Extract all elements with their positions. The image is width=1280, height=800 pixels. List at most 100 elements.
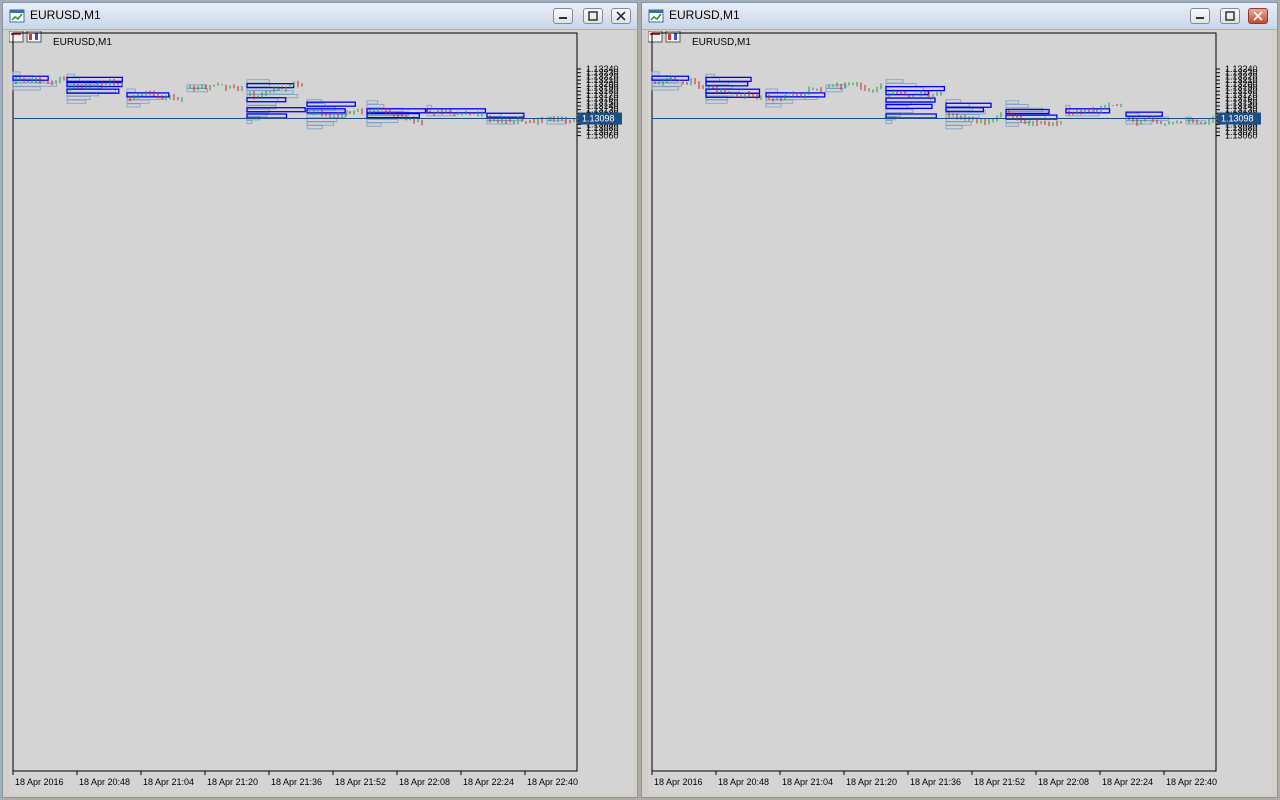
x-tick-label: 18 Apr 2016 xyxy=(15,777,64,787)
price-chart: 1.132401.132301.132201.132101.132001.131… xyxy=(12,32,622,787)
window-title: EURUSD,M1 xyxy=(669,8,740,22)
x-tick-label: 18 Apr 21:20 xyxy=(846,777,897,787)
profile-bar xyxy=(945,99,962,104)
plot-frame xyxy=(12,32,578,772)
close-button[interactable] xyxy=(1248,8,1268,24)
x-tick-label: 18 Apr 22:24 xyxy=(1102,777,1153,787)
poc-line xyxy=(765,92,826,98)
profile-bar xyxy=(426,104,433,109)
volume-profile xyxy=(12,71,65,91)
profile-bar xyxy=(186,88,208,93)
volume-profile xyxy=(366,100,427,127)
poc-line xyxy=(885,85,946,92)
volume-profile xyxy=(1125,111,1182,126)
profile-bar xyxy=(12,71,21,76)
maximize-button[interactable] xyxy=(583,8,603,24)
poc-line xyxy=(366,108,427,114)
profile-bar xyxy=(1125,120,1153,125)
maximize-icon xyxy=(1225,11,1235,21)
profile-bar xyxy=(126,88,136,93)
x-tick-label: 18 Apr 21:36 xyxy=(271,777,322,787)
chart-window-right[interactable]: EURUSD,M1 EURUSD,M1 1.13240 1.13230 1.1322… xyxy=(641,2,1278,798)
profile-bar xyxy=(1065,104,1071,109)
x-tick-label: 18 Apr 21:04 xyxy=(143,777,194,787)
volume-profile xyxy=(1185,116,1214,125)
volume-profile xyxy=(885,79,946,125)
profile-bar xyxy=(885,79,904,84)
profile-bar xyxy=(12,82,57,87)
profile-bar xyxy=(945,125,963,130)
profile-bar xyxy=(885,108,914,113)
profile-bar xyxy=(885,86,925,91)
close-icon xyxy=(616,11,626,21)
poc-line xyxy=(426,108,487,114)
x-tick-label: 18 Apr 22:40 xyxy=(1166,777,1217,787)
chart-window-icon xyxy=(648,9,664,23)
profile-bar xyxy=(1005,100,1019,105)
chart-window-icon xyxy=(9,9,25,23)
volume-profile xyxy=(486,112,543,125)
x-tick-label: 18 Apr 21:36 xyxy=(910,777,961,787)
x-tick-label: 18 Apr 20:48 xyxy=(718,777,769,787)
chart-area[interactable]: EURUSD,M1 1.13240 1.13230 1.13220 1.13210 1.… xyxy=(648,31,1272,793)
profile-bar xyxy=(945,114,980,119)
window-titlebar[interactable]: EURUSD,M1 xyxy=(3,3,637,30)
minimize-button[interactable] xyxy=(1190,8,1210,24)
x-tick-label: 18 Apr 21:52 xyxy=(974,777,1025,787)
poc-line xyxy=(885,103,933,110)
poc-line xyxy=(246,83,295,89)
volume-profile xyxy=(186,82,243,93)
maximize-button[interactable] xyxy=(1220,8,1240,24)
chart-area[interactable]: EURUSD,M1 1.13240 1.13230 1.13220 1.13210 1.… xyxy=(9,31,633,793)
profile-bar xyxy=(1005,122,1019,127)
plot-frame xyxy=(651,32,1217,772)
x-tick-label: 18 Apr 22:08 xyxy=(1038,777,1089,787)
profile-bar xyxy=(246,79,270,84)
volume-profile xyxy=(765,86,826,108)
profile-bar xyxy=(246,97,279,102)
profile-bar xyxy=(765,88,778,93)
profile-bar xyxy=(66,95,91,100)
profile-bar xyxy=(366,100,379,105)
profile-bar xyxy=(306,121,334,126)
poc-line xyxy=(945,102,992,108)
window-title: EURUSD,M1 xyxy=(30,8,101,22)
profile-bar xyxy=(705,99,728,104)
minimize-icon xyxy=(559,17,567,19)
price-chart: 1.132401.132301.132201.132101.132001.131… xyxy=(651,32,1261,787)
profile-bar xyxy=(945,121,972,126)
profile-bar xyxy=(1005,118,1031,123)
x-tick-label: 18 Apr 20:48 xyxy=(79,777,130,787)
volume-profile xyxy=(651,71,704,91)
profile-bar xyxy=(546,120,567,125)
window-titlebar[interactable]: EURUSD,M1 xyxy=(642,3,1277,30)
chart-window-left[interactable]: EURUSD,M1 EURUSD,M1 1.13240 1.13230 1.1322… xyxy=(2,2,638,798)
maximize-icon xyxy=(588,11,598,21)
poc-line xyxy=(66,88,120,94)
profile-bar xyxy=(825,88,843,93)
poc-line xyxy=(885,97,936,103)
poc-line xyxy=(12,75,49,81)
x-tick-label: 18 Apr 21:20 xyxy=(207,777,258,787)
profile-bar xyxy=(12,86,41,91)
poc-line xyxy=(885,90,929,96)
volume-profile xyxy=(1065,102,1122,117)
current-price-label: 1.13098 xyxy=(1221,114,1254,124)
volume-profile xyxy=(546,115,575,125)
x-tick-label: 18 Apr 21:52 xyxy=(335,777,386,787)
profile-bar xyxy=(651,86,679,91)
x-tick-label: 18 Apr 22:08 xyxy=(399,777,450,787)
profile-bar xyxy=(651,82,682,87)
poc-line xyxy=(1125,111,1163,117)
profile-bar xyxy=(366,118,399,123)
x-tick-label: 18 Apr 21:04 xyxy=(782,777,833,787)
poc-line xyxy=(705,76,752,83)
minimize-button[interactable] xyxy=(553,8,573,24)
minimize-icon xyxy=(1196,17,1204,19)
current-price-label: 1.13098 xyxy=(582,114,615,124)
profile-bar xyxy=(366,122,382,127)
poc-line xyxy=(705,81,749,87)
profile-bar xyxy=(705,77,720,82)
profile-bar xyxy=(651,71,660,76)
close-button[interactable] xyxy=(611,8,631,24)
